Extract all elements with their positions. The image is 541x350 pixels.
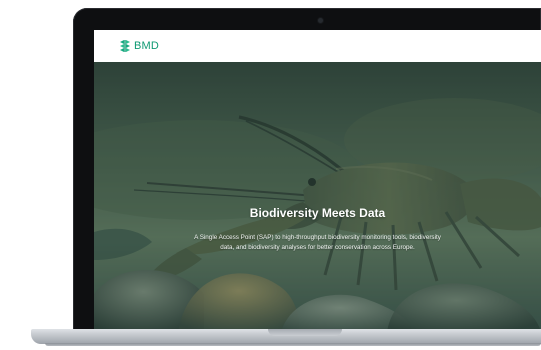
brand-name: BMD [134,39,160,52]
hero-section: Biodiversity Meets Data A Single Access … [94,62,541,332]
camera-icon [318,18,323,23]
hero-overlay [94,62,541,332]
laptop-base-edge [45,343,541,346]
laptop-notch [268,329,342,336]
laptop-screen: BMD Biodiversity Meets Data A Single Acc… [94,30,541,332]
hero-title: Biodiversity Meets Data [249,206,386,220]
site-logo-link[interactable]: BMD [118,30,159,62]
site-header: BMD [94,30,541,62]
leaf-grid-icon [120,40,130,52]
hero-description: A Single Access Point (SAP) to high-thro… [194,234,441,251]
laptop-mockup: BMD Biodiversity Meets Data A Single Acc… [0,0,541,350]
